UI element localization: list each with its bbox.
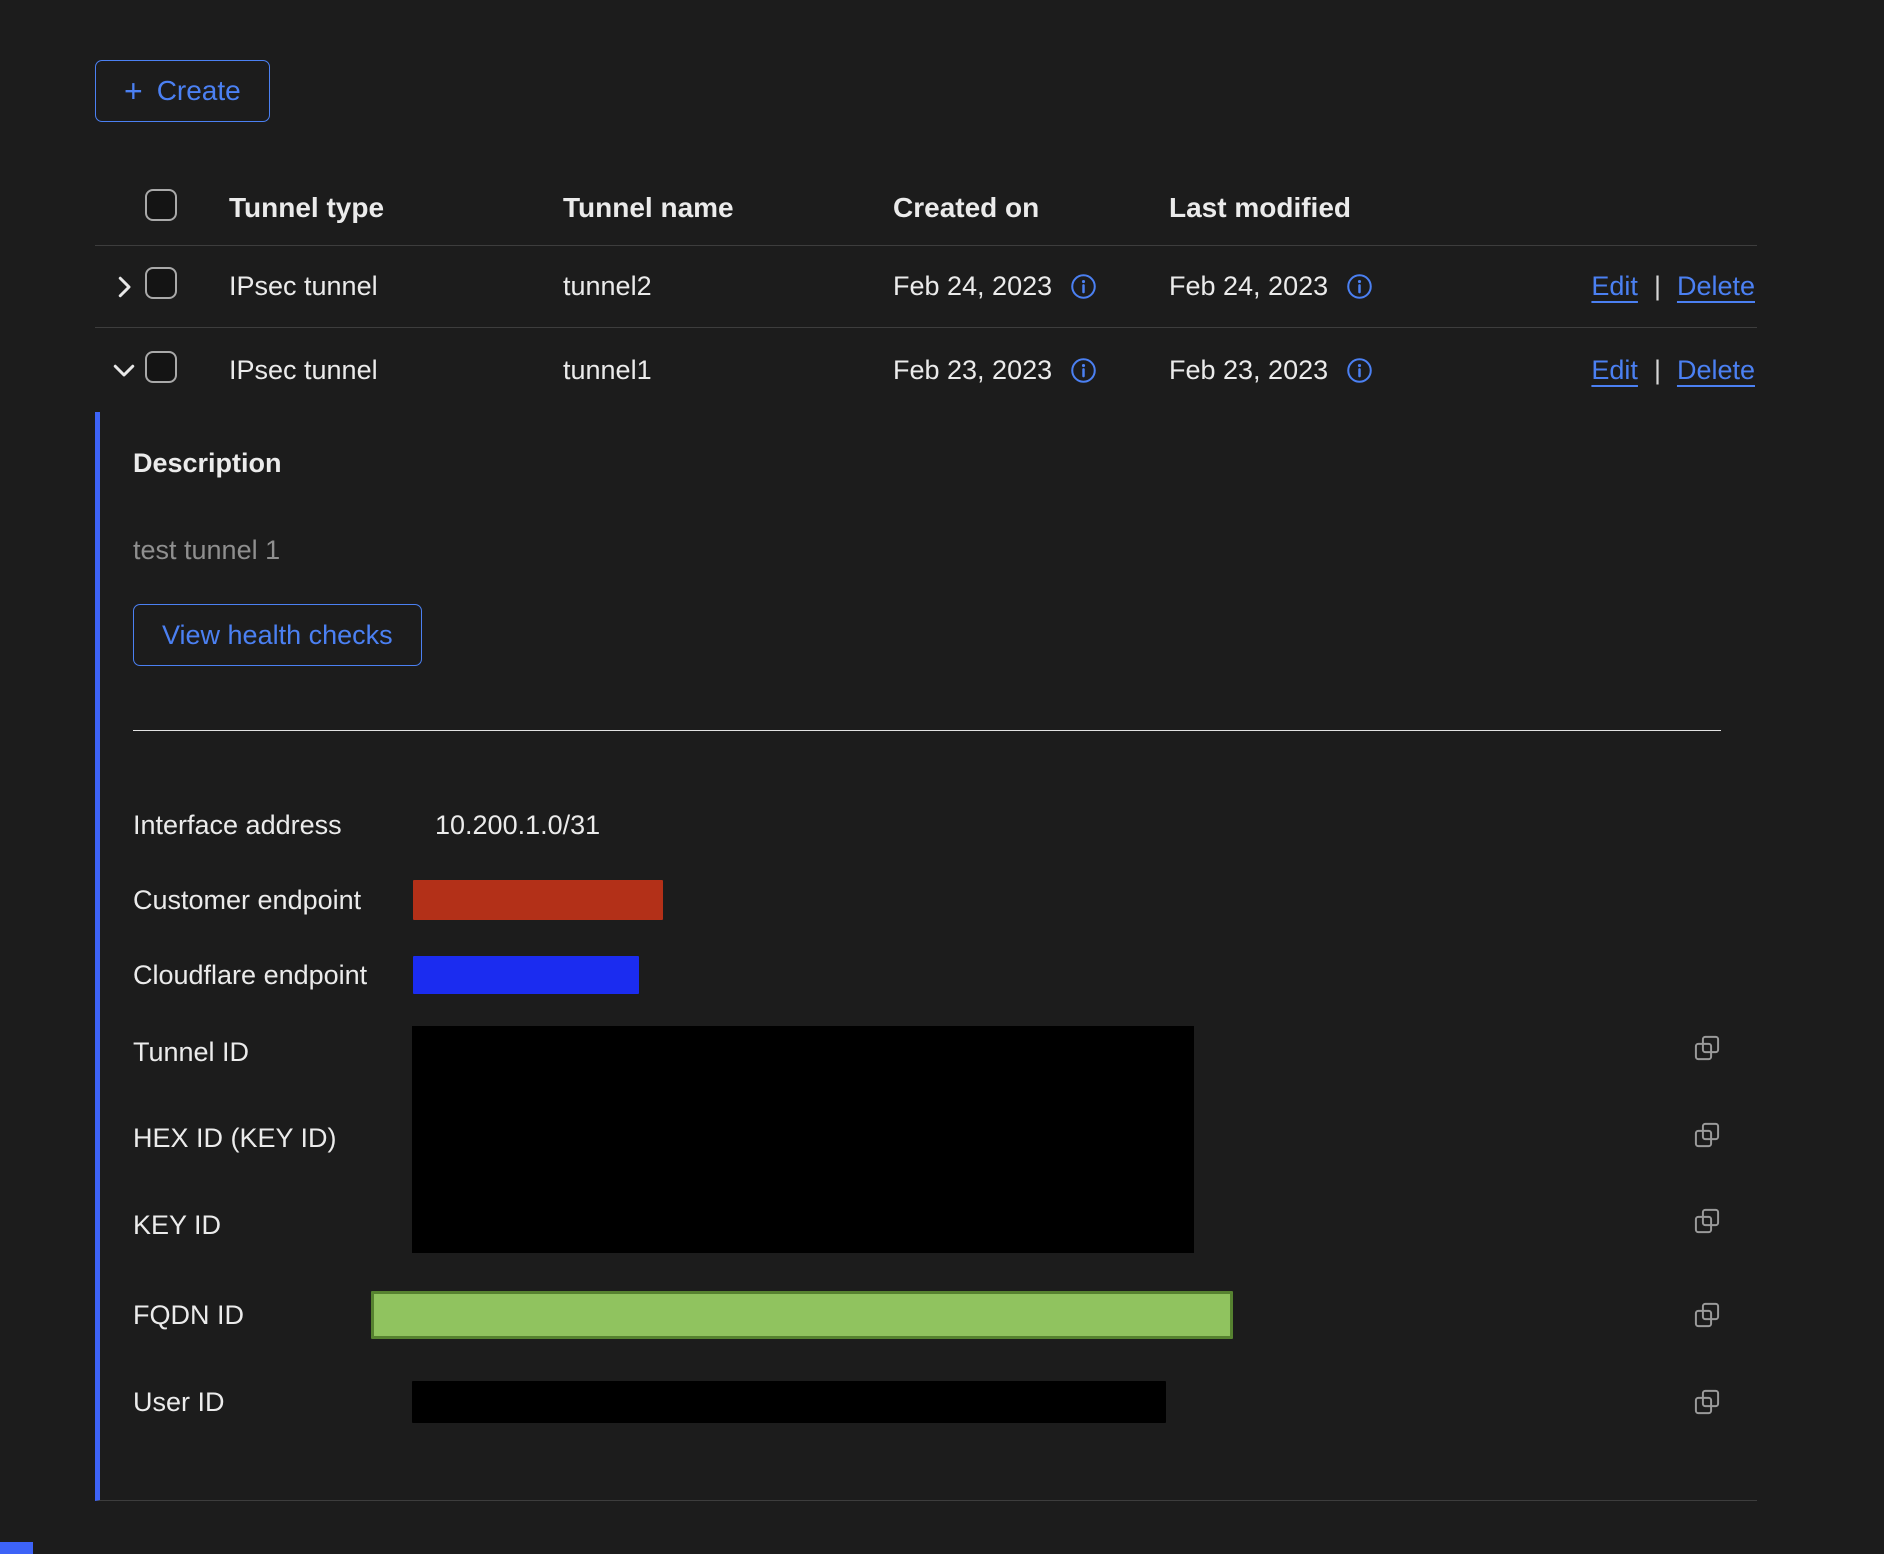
view-health-checks-label: View health checks [162,620,393,651]
description-label: Description [133,448,1757,479]
copy-icon[interactable] [1693,1301,1721,1329]
interface-address-value: 10.200.1.0/31 [413,810,600,841]
info-icon[interactable] [1070,357,1097,384]
description-value: test tunnel 1 [133,535,1757,566]
actions-separator: | [1654,271,1661,302]
row1-checkbox-cell [145,267,209,306]
divider [133,730,1721,731]
fqdn-id-row: FQDN ID [133,1288,1757,1342]
view-health-checks-button[interactable]: View health checks [133,604,422,666]
detail-fields: Interface address 10.200.1.0/31 Customer… [133,801,1757,1424]
fqdn-id-label: FQDN ID [133,1300,371,1331]
info-icon[interactable] [1346,357,1373,384]
edit-link[interactable]: Edit [1591,355,1638,386]
tunnel-id-label: Tunnel ID [133,1037,249,1068]
last-modified-value: Feb 24, 2023 [1169,271,1328,302]
header-last-modified: Last modified [1149,192,1534,224]
row1-expander-cell [95,272,145,302]
chevron-down-icon[interactable] [109,355,139,385]
row-actions: Edit | Delete [1591,355,1757,386]
created-on-cell: Feb 24, 2023 [873,271,1149,302]
plus-icon: + [124,75,143,107]
edit-link[interactable]: Edit [1591,271,1638,302]
user-id-redacted-value [412,1381,1166,1423]
tunnel-type-value: IPsec tunnel [209,355,543,386]
tunnel-ids-group: Tunnel ID HEX ID (KEY ID) KEY ID [133,1026,1757,1256]
key-id-label: KEY ID [133,1210,221,1241]
customer-endpoint-label: Customer endpoint [133,885,413,916]
create-button-label: Create [157,75,241,107]
fqdn-id-redacted-value [371,1291,1233,1339]
delete-link[interactable]: Delete [1677,271,1755,302]
created-on-cell: Feb 23, 2023 [873,355,1149,386]
tunnel-name-value: tunnel1 [543,355,873,386]
copy-icon[interactable] [1693,1207,1721,1235]
last-modified-value: Feb 23, 2023 [1169,355,1328,386]
interface-address-row: Interface address 10.200.1.0/31 [133,801,1757,849]
tunnels-table: Tunnel type Tunnel name Created on Last … [95,170,1757,1501]
actions-separator: | [1654,355,1661,386]
header-created-on: Created on [873,192,1149,224]
ids-redacted-value [412,1026,1194,1253]
interface-address-label: Interface address [133,810,413,841]
page-content: + Create Tunnel type Tunnel name Created… [0,0,1884,1501]
customer-endpoint-redacted-value [413,880,663,920]
tunnel-detail-panel: Description test tunnel 1 View health ch… [95,412,1757,1501]
user-id-row: User ID [133,1380,1757,1424]
row2-checkbox[interactable] [145,351,177,383]
last-modified-cell: Feb 23, 2023 [1149,355,1534,386]
copy-icon[interactable] [1693,1034,1721,1062]
user-id-label: User ID [133,1387,412,1418]
created-on-value: Feb 23, 2023 [893,355,1052,386]
row1-checkbox[interactable] [145,267,177,299]
copy-icon[interactable] [1693,1388,1721,1416]
cloudflare-endpoint-label: Cloudflare endpoint [133,960,413,991]
create-button[interactable]: + Create [95,60,270,122]
row2-checkbox-cell [145,351,209,390]
tunnel-type-value: IPsec tunnel [209,271,543,302]
customer-endpoint-row: Customer endpoint [133,876,1757,924]
row2-expander-cell [95,355,145,385]
cloudflare-endpoint-row: Cloudflare endpoint [133,951,1757,999]
copy-icon[interactable] [1693,1121,1721,1149]
hex-id-label: HEX ID (KEY ID) [133,1123,337,1154]
last-modified-cell: Feb 24, 2023 [1149,271,1534,302]
cloudflare-endpoint-redacted-value [413,956,639,994]
header-tunnel-type: Tunnel type [209,192,543,224]
created-on-value: Feb 24, 2023 [893,271,1052,302]
select-all-checkbox[interactable] [145,189,177,221]
header-checkbox-cell [145,189,209,226]
table-header-row: Tunnel type Tunnel name Created on Last … [95,170,1757,246]
delete-link[interactable]: Delete [1677,355,1755,386]
table-row: IPsec tunnel tunnel2 Feb 24, 2023 Feb 24… [95,246,1757,328]
info-icon[interactable] [1070,273,1097,300]
chevron-right-icon[interactable] [109,272,139,302]
row-actions: Edit | Delete [1591,271,1757,302]
table-row: IPsec tunnel tunnel1 Feb 23, 2023 Feb 23… [95,328,1757,412]
tunnel-name-value: tunnel2 [543,271,873,302]
blue-corner-strip [0,1542,33,1554]
header-tunnel-name: Tunnel name [543,192,873,224]
info-icon[interactable] [1346,273,1373,300]
